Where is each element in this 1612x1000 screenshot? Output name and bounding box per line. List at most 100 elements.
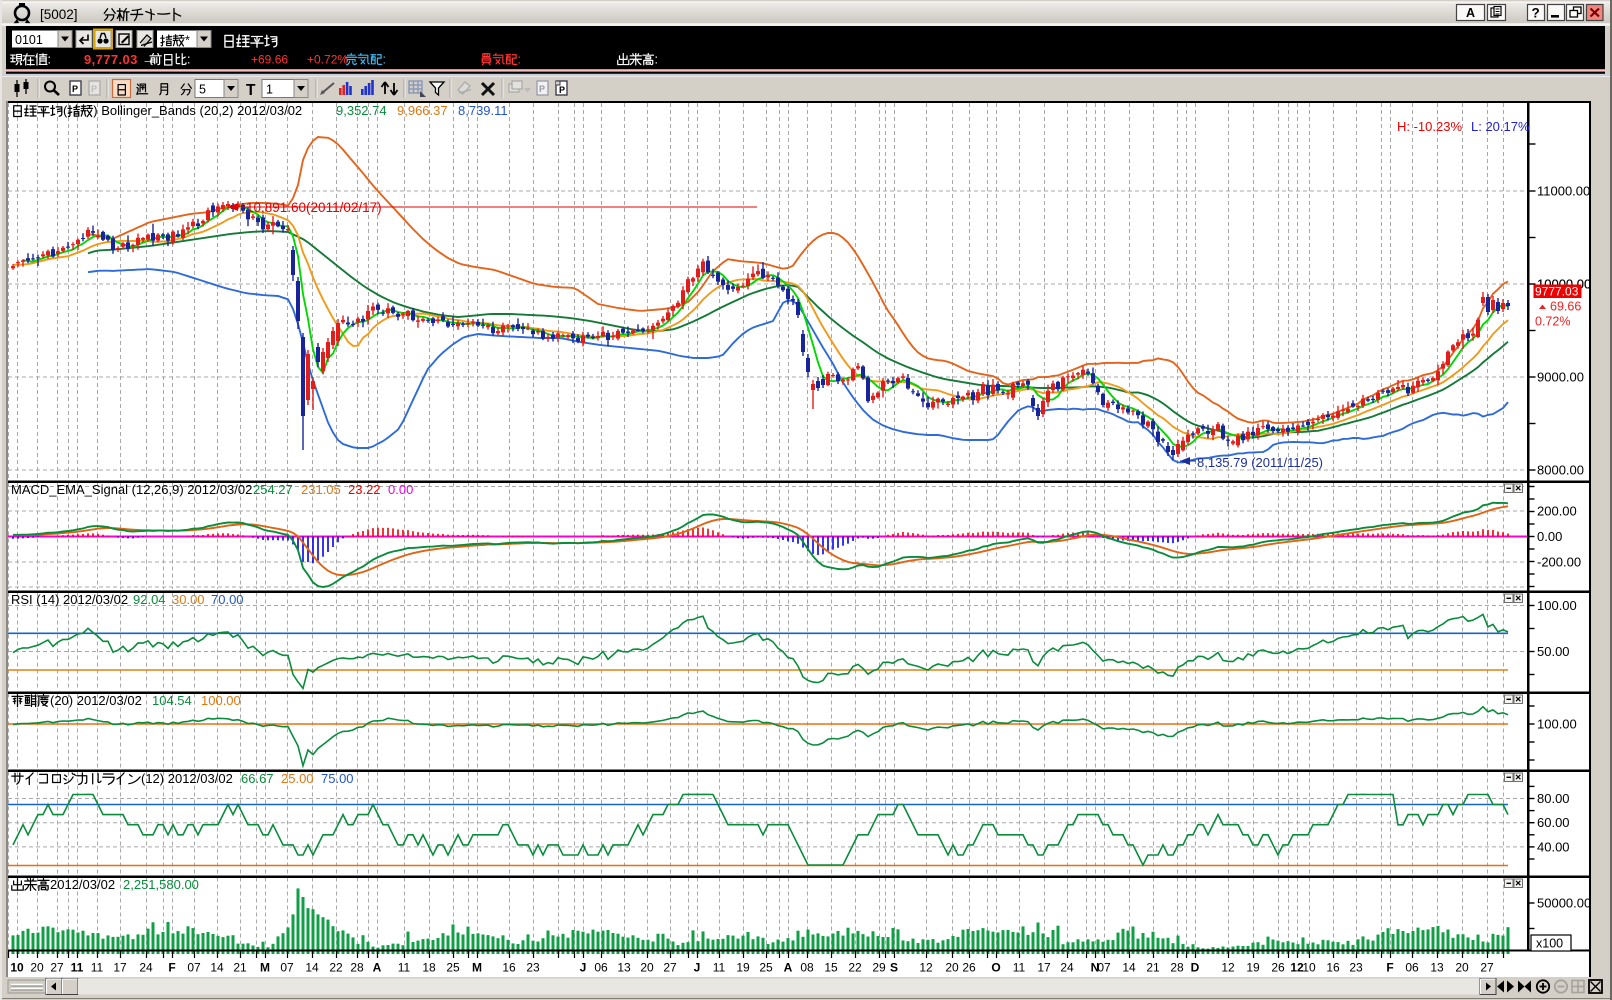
svg-text:25: 25 [759,961,773,975]
svg-text:06: 06 [594,961,608,975]
svg-text:P: P [72,84,78,94]
svg-text:F: F [168,961,175,975]
svg-text:06: 06 [1405,961,1419,975]
svg-text::: : [518,53,521,67]
svg-text:07: 07 [187,961,201,975]
svg-text:28: 28 [350,961,364,975]
svg-text:100.00: 100.00 [1537,717,1577,732]
svg-text:23: 23 [526,961,540,975]
svg-text:9777.03: 9777.03 [1535,285,1579,299]
svg-text:0101: 0101 [15,33,43,47]
svg-text:9,777.03: 9,777.03 [84,52,138,67]
svg-text:20: 20 [30,961,44,975]
svg-text:13: 13 [617,961,631,975]
svg-text:25.00: 25.00 [281,771,314,786]
svg-text:MACD_EMA_Signal (12,26,9) 2012: MACD_EMA_Signal (12,26,9) 2012/03/02 [11,482,252,497]
svg-text:17: 17 [1037,961,1051,975]
svg-text:+69.66: +69.66 [251,53,288,67]
svg-text:66.67: 66.67 [241,771,274,786]
svg-text:100.00: 100.00 [1537,598,1577,613]
svg-text:-200.00: -200.00 [1537,555,1581,570]
svg-text:14: 14 [1122,961,1136,975]
svg-text:14: 14 [305,961,319,975]
svg-text:M: M [472,961,482,975]
svg-text:11: 11 [1013,961,1026,975]
svg-text:J: J [694,961,701,975]
svg-text:[5002]: [5002] [40,7,78,22]
svg-text:x100: x100 [1536,937,1563,951]
svg-text:11: 11 [91,961,104,975]
svg-text:(20) 2012/03/02: (20) 2012/03/02 [50,693,142,708]
svg-text::: : [383,53,386,67]
svg-text:22: 22 [329,961,343,975]
svg-text:P: P [539,84,545,94]
svg-text:12: 12 [1221,961,1235,975]
svg-text:60.00: 60.00 [1537,815,1570,830]
svg-text:(12) 2012/03/02: (12) 2012/03/02 [141,771,233,786]
svg-text:27: 27 [1480,961,1494,975]
svg-text:104.54: 104.54 [152,693,192,708]
svg-text:20: 20 [640,961,654,975]
svg-text:+0.72%: +0.72% [307,53,348,67]
svg-text:0.72%: 0.72% [1535,315,1570,329]
svg-text:A: A [1466,6,1475,20]
svg-text:0.00: 0.00 [1537,529,1562,544]
svg-text::: : [655,53,658,67]
svg-text:J: J [580,961,587,975]
svg-text:26: 26 [962,961,976,975]
svg-text:F: F [1386,961,1393,975]
svg-text::: : [187,53,190,67]
svg-text:17: 17 [113,961,127,975]
svg-text:26: 26 [1271,961,1285,975]
svg-text:0.00: 0.00 [388,482,413,497]
svg-text:69.66: 69.66 [1550,300,1581,314]
svg-text:27: 27 [50,961,64,975]
svg-text:100.00: 100.00 [201,693,241,708]
svg-text:21: 21 [233,961,247,975]
svg-text:07: 07 [280,961,294,975]
svg-text:16: 16 [1326,961,1340,975]
svg-text:-10.23%: -10.23% [1414,119,1463,134]
svg-text:T: T [246,82,256,99]
svg-text:10: 10 [1302,961,1316,975]
svg-text:11: 11 [71,961,84,975]
svg-text:30.00: 30.00 [172,592,205,607]
svg-text::: : [48,53,51,67]
svg-text:18: 18 [422,961,436,975]
svg-text:28: 28 [1170,961,1184,975]
svg-text:8,135.79 (2011/11/25): 8,135.79 (2011/11/25) [1197,455,1323,470]
svg-text:16: 16 [502,961,516,975]
svg-text:19: 19 [1246,961,1260,975]
svg-text:75.00: 75.00 [321,771,354,786]
svg-text:50000.00: 50000.00 [1537,896,1591,911]
svg-text:9000.00: 9000.00 [1537,370,1584,385]
svg-text:5: 5 [199,83,206,97]
svg-text:29: 29 [872,961,886,975]
svg-text:8,739.11: 8,739.11 [458,103,508,118]
svg-text:20: 20 [945,961,959,975]
svg-text:11: 11 [713,961,726,975]
svg-text:) Bollinger_Bands (20,2) 2012/: ) Bollinger_Bands (20,2) 2012/03/02 [93,103,302,118]
svg-text:11000.00: 11000.00 [1537,184,1590,199]
svg-text:10: 10 [10,961,24,975]
svg-text:?: ? [1532,6,1540,21]
svg-text:P: P [91,84,97,94]
svg-text:2012/03/02: 2012/03/02 [50,877,115,892]
svg-text:22: 22 [848,961,862,975]
svg-text:70.00: 70.00 [211,592,244,607]
svg-text:D: D [1191,961,1200,975]
svg-text:9,352.74: 9,352.74 [336,103,387,118]
svg-text:21: 21 [1146,961,1160,975]
svg-text:(: ( [63,103,68,118]
svg-text:24: 24 [139,961,153,975]
svg-text:10,891.60(2011/02/17): 10,891.60(2011/02/17) [246,200,382,215]
svg-text:*: * [185,34,190,48]
svg-text:27: 27 [663,961,677,975]
svg-text:9,966.37: 9,966.37 [397,103,448,118]
svg-text:12: 12 [919,961,933,975]
svg-text:23: 23 [1349,961,1363,975]
svg-text:RSI (14) 2012/03/02: RSI (14) 2012/03/02 [11,592,128,607]
svg-text:2,251,580.00: 2,251,580.00 [123,877,199,892]
svg-text:50.00: 50.00 [1537,644,1570,659]
svg-text:200.00: 200.00 [1537,504,1577,519]
